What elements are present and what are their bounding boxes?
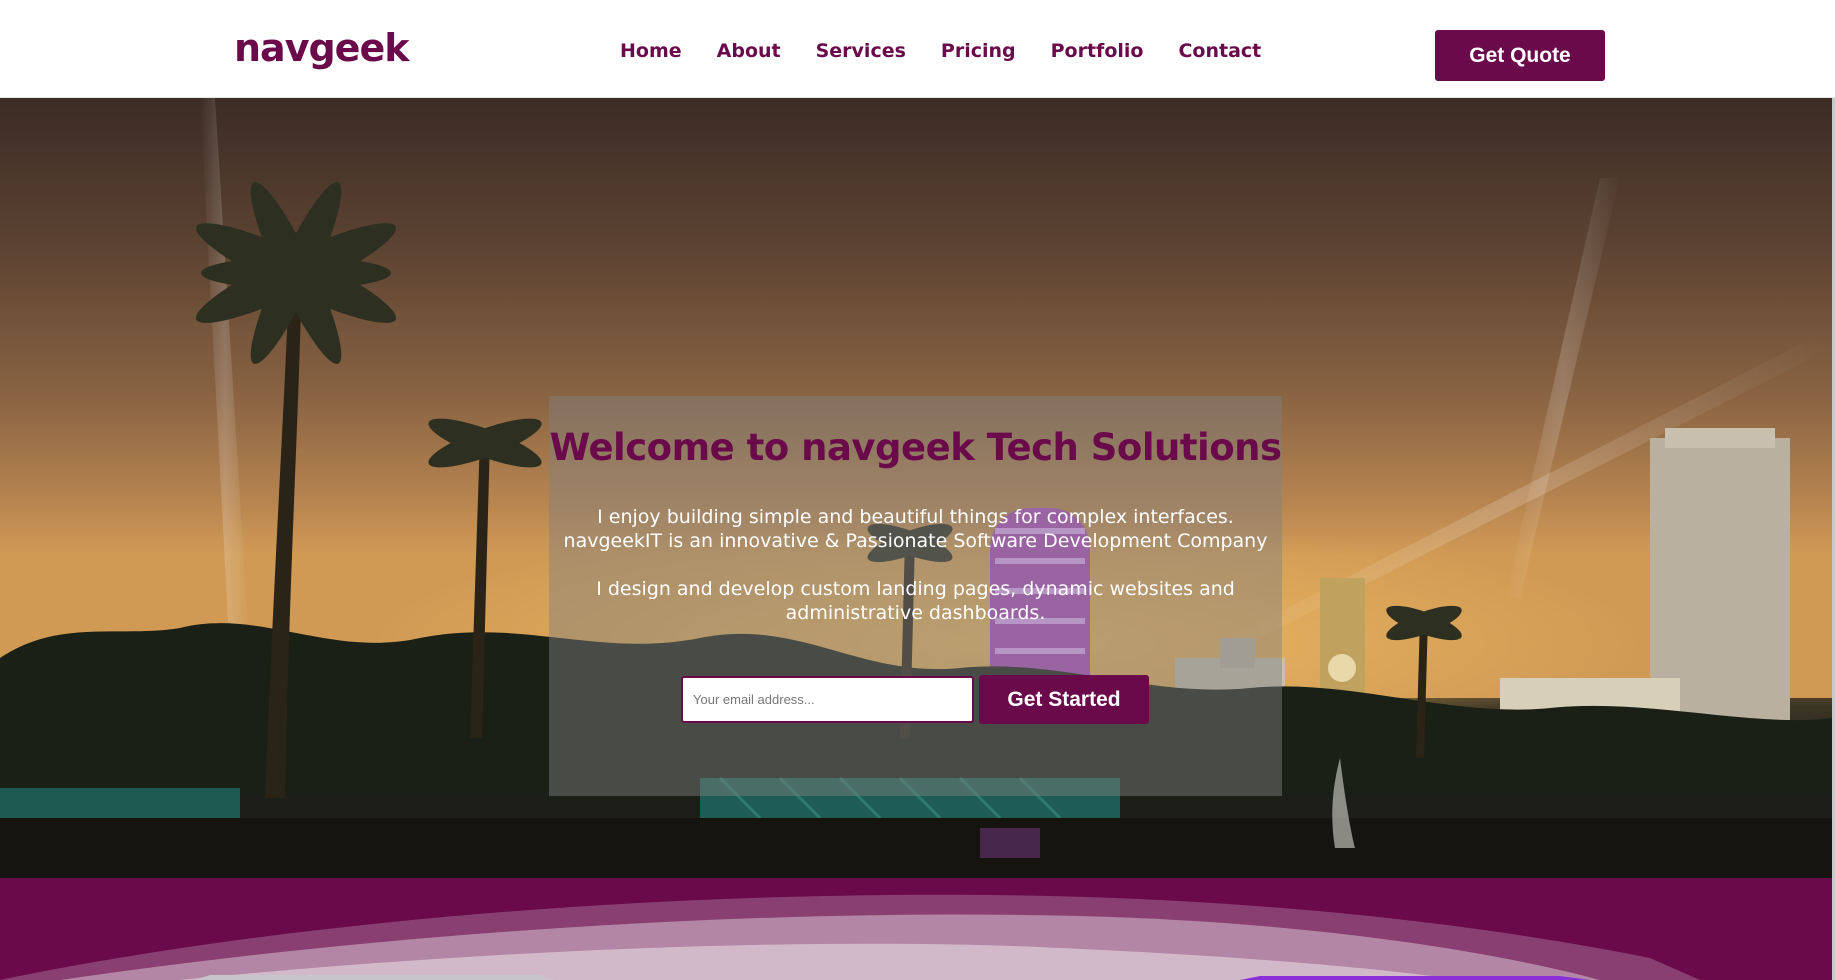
nav-services[interactable]: Services bbox=[816, 40, 906, 62]
wave-decoration bbox=[0, 894, 1700, 980]
hero-title: Welcome to navgeek Tech Solutions bbox=[549, 426, 1282, 469]
get-started-button[interactable]: Get Started bbox=[979, 675, 1149, 724]
nav-portfolio[interactable]: Portfolio bbox=[1051, 40, 1144, 62]
get-quote-button[interactable]: Get Quote bbox=[1435, 30, 1605, 81]
next-section-band bbox=[0, 878, 1832, 980]
navgeek-logo[interactable]: navgeek bbox=[234, 26, 409, 70]
hero-services-line-2: administrative dashboards. bbox=[785, 602, 1046, 624]
hero-intro-line-2: navgeekIT is an innovative & Passionate … bbox=[563, 530, 1268, 552]
nav-home[interactable]: Home bbox=[620, 40, 682, 62]
hero-services-line-1: I design and develop custom landing page… bbox=[596, 578, 1235, 600]
email-input[interactable] bbox=[681, 676, 974, 723]
site-header: navgeek Home About Services Pricing Port… bbox=[0, 0, 1835, 98]
hero-intro: I enjoy building simple and beautiful th… bbox=[549, 505, 1282, 553]
hero-services-text: I design and develop custom landing page… bbox=[549, 577, 1282, 625]
hero-card: Welcome to navgeek Tech Solutions I enjo… bbox=[549, 396, 1282, 796]
nav-about[interactable]: About bbox=[717, 40, 781, 62]
nav-pricing[interactable]: Pricing bbox=[941, 40, 1016, 62]
nav-contact[interactable]: Contact bbox=[1178, 40, 1261, 62]
main-nav: Home About Services Pricing Portfolio Co… bbox=[620, 40, 1296, 62]
hero-intro-line-1: I enjoy building simple and beautiful th… bbox=[597, 506, 1234, 528]
hero-section: Welcome to navgeek Tech Solutions I enjo… bbox=[0, 98, 1832, 878]
signup-form: Get Started bbox=[681, 675, 1149, 724]
